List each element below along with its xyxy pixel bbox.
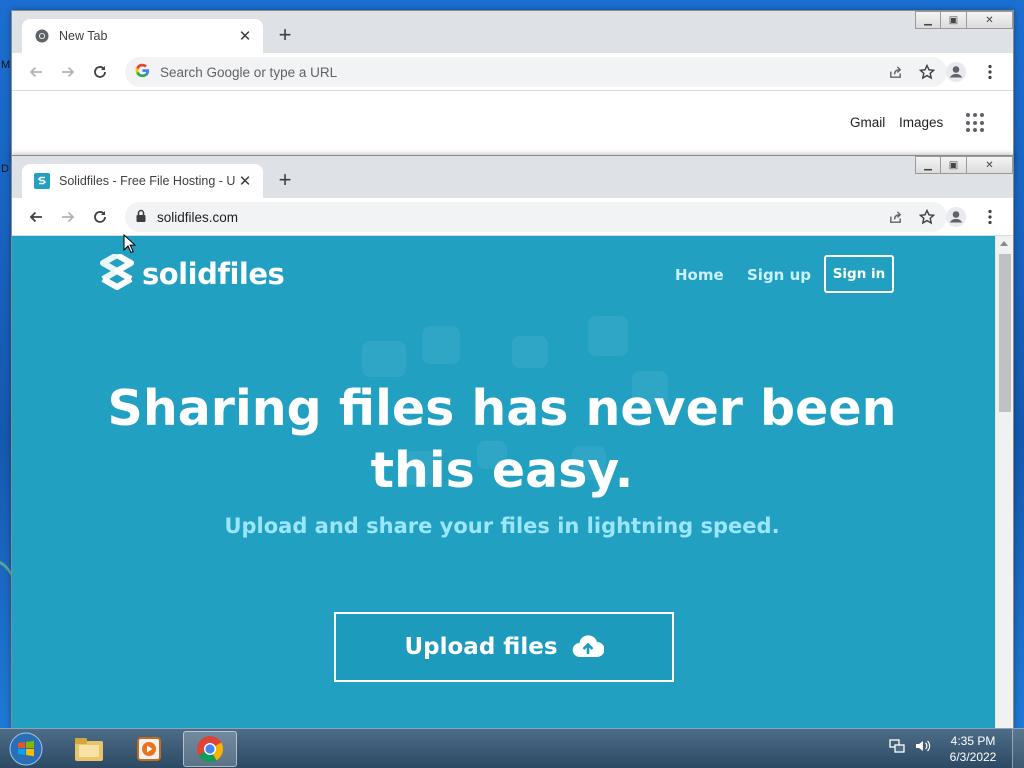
new-tab-page: Gmail Images xyxy=(12,91,1013,159)
nav-signup-link[interactable]: Sign up xyxy=(747,266,811,284)
solidfiles-favicon-icon xyxy=(34,173,50,189)
solidfiles-logo-icon xyxy=(100,254,134,290)
tab-new-tab[interactable]: New Tab ✕ xyxy=(22,19,263,53)
reload-icon[interactable] xyxy=(88,60,112,84)
close-window-button[interactable]: ✕ xyxy=(967,11,1013,29)
profile-avatar-icon[interactable] xyxy=(944,60,968,84)
chrome-menu-icon[interactable] xyxy=(978,205,1002,229)
window-controls: ▁ ▣ ✕ xyxy=(915,156,1013,174)
chrome-window-solidfiles: Solidfiles - Free File Hosting - Up ✕ + … xyxy=(11,155,1014,730)
scrollbar-thumb[interactable] xyxy=(999,254,1011,412)
share-icon[interactable] xyxy=(885,62,905,82)
logo-text: solidfiles xyxy=(142,257,285,291)
solidfiles-logo[interactable]: solidfiles xyxy=(100,254,285,294)
clock-time: 4:35 PM xyxy=(950,734,996,748)
bookmark-star-icon[interactable] xyxy=(917,207,937,227)
lock-icon[interactable] xyxy=(135,208,147,227)
bookmark-star-icon[interactable] xyxy=(917,62,937,82)
profile-avatar-icon[interactable] xyxy=(944,205,968,229)
upload-label: Upload files xyxy=(404,634,558,660)
close-tab-icon[interactable]: ✕ xyxy=(235,171,255,191)
forward-arrow-icon[interactable] xyxy=(56,205,80,229)
network-icon[interactable] xyxy=(888,737,906,759)
browser-toolbar: solidfiles.com xyxy=(12,198,1013,236)
chrome-window-new-tab: New Tab ✕ + ▁ ▣ ✕ Search Google or type … xyxy=(11,10,1014,160)
desktop-icon-label-m[interactable]: M xyxy=(1,59,10,71)
start-button[interactable] xyxy=(6,731,46,767)
browser-toolbar: Search Google or type a URL xyxy=(12,53,1013,91)
new-tab-button[interactable]: + xyxy=(275,169,295,191)
clock[interactable]: 4:35 PM 6/3/2022 xyxy=(942,733,1004,765)
clock-date: 6/3/2022 xyxy=(949,750,997,764)
maximize-button[interactable]: ▣ xyxy=(941,11,967,29)
nav-home-link[interactable]: Home xyxy=(675,266,724,284)
chrome-icon xyxy=(34,28,50,44)
taskbar-explorer-icon[interactable] xyxy=(62,731,116,767)
google-g-icon xyxy=(135,63,150,82)
decor-file-icon xyxy=(422,326,460,364)
decor-file-icon xyxy=(362,341,406,377)
reload-icon[interactable] xyxy=(88,205,112,229)
sign-in-button[interactable]: Sign in xyxy=(824,255,894,293)
cloud-upload-icon xyxy=(572,635,604,658)
volume-icon[interactable] xyxy=(914,737,932,759)
gmail-link[interactable]: Gmail xyxy=(850,115,885,130)
page-viewport: solidfiles Home Sign up Sign in Sharing … xyxy=(12,236,1013,729)
upload-files-button[interactable]: Upload files xyxy=(334,612,674,682)
vertical-scrollbar[interactable] xyxy=(995,236,1013,729)
taskbar-media-player-icon[interactable] xyxy=(122,731,176,767)
hero-headline: Sharing files has never been this easy. xyxy=(107,380,897,499)
minimize-button[interactable]: ▁ xyxy=(915,156,941,174)
desktop-icon-label-d[interactable]: D xyxy=(1,163,9,175)
new-tab-button[interactable]: + xyxy=(275,24,295,46)
minimize-button[interactable]: ▁ xyxy=(915,11,941,29)
address-bar[interactable]: Search Google or type a URL xyxy=(125,57,947,87)
back-arrow-icon[interactable] xyxy=(24,205,48,229)
decor-file-icon xyxy=(512,336,548,368)
address-bar[interactable]: solidfiles.com xyxy=(125,202,947,232)
close-window-button[interactable]: ✕ xyxy=(967,156,1013,174)
chrome-menu-icon[interactable] xyxy=(978,60,1002,84)
tab-strip: New Tab ✕ + ▁ ▣ ✕ xyxy=(12,11,1013,53)
tab-title: New Tab xyxy=(59,29,108,43)
google-apps-icon[interactable] xyxy=(966,113,986,133)
search-input[interactable]: Search Google or type a URL xyxy=(160,65,947,80)
windows-orb-icon xyxy=(9,732,43,766)
taskbar-chrome-icon[interactable] xyxy=(183,731,237,767)
url-text[interactable]: solidfiles.com xyxy=(157,210,947,225)
maximize-button[interactable]: ▣ xyxy=(941,156,967,174)
back-arrow-icon[interactable] xyxy=(24,60,48,84)
taskbar: 4:35 PM 6/3/2022 xyxy=(0,728,1024,768)
show-desktop-button[interactable] xyxy=(1012,729,1024,768)
system-tray xyxy=(888,737,932,759)
images-link[interactable]: Images xyxy=(899,115,943,130)
share-icon[interactable] xyxy=(885,207,905,227)
tab-title: Solidfiles - Free File Hosting - Up xyxy=(59,174,235,188)
forward-arrow-icon[interactable] xyxy=(56,60,80,84)
decor-file-icon xyxy=(588,316,628,356)
hero-subline: Upload and share your files in lightning… xyxy=(224,514,780,538)
window-controls: ▁ ▣ ✕ xyxy=(915,11,1013,29)
scroll-up-arrow-icon[interactable] xyxy=(1000,241,1008,246)
close-tab-icon[interactable]: ✕ xyxy=(235,26,255,46)
tab-solidfiles[interactable]: Solidfiles - Free File Hosting - Up ✕ xyxy=(22,164,263,198)
tab-strip: Solidfiles - Free File Hosting - Up ✕ + … xyxy=(12,156,1013,198)
mouse-cursor-icon xyxy=(123,234,137,254)
